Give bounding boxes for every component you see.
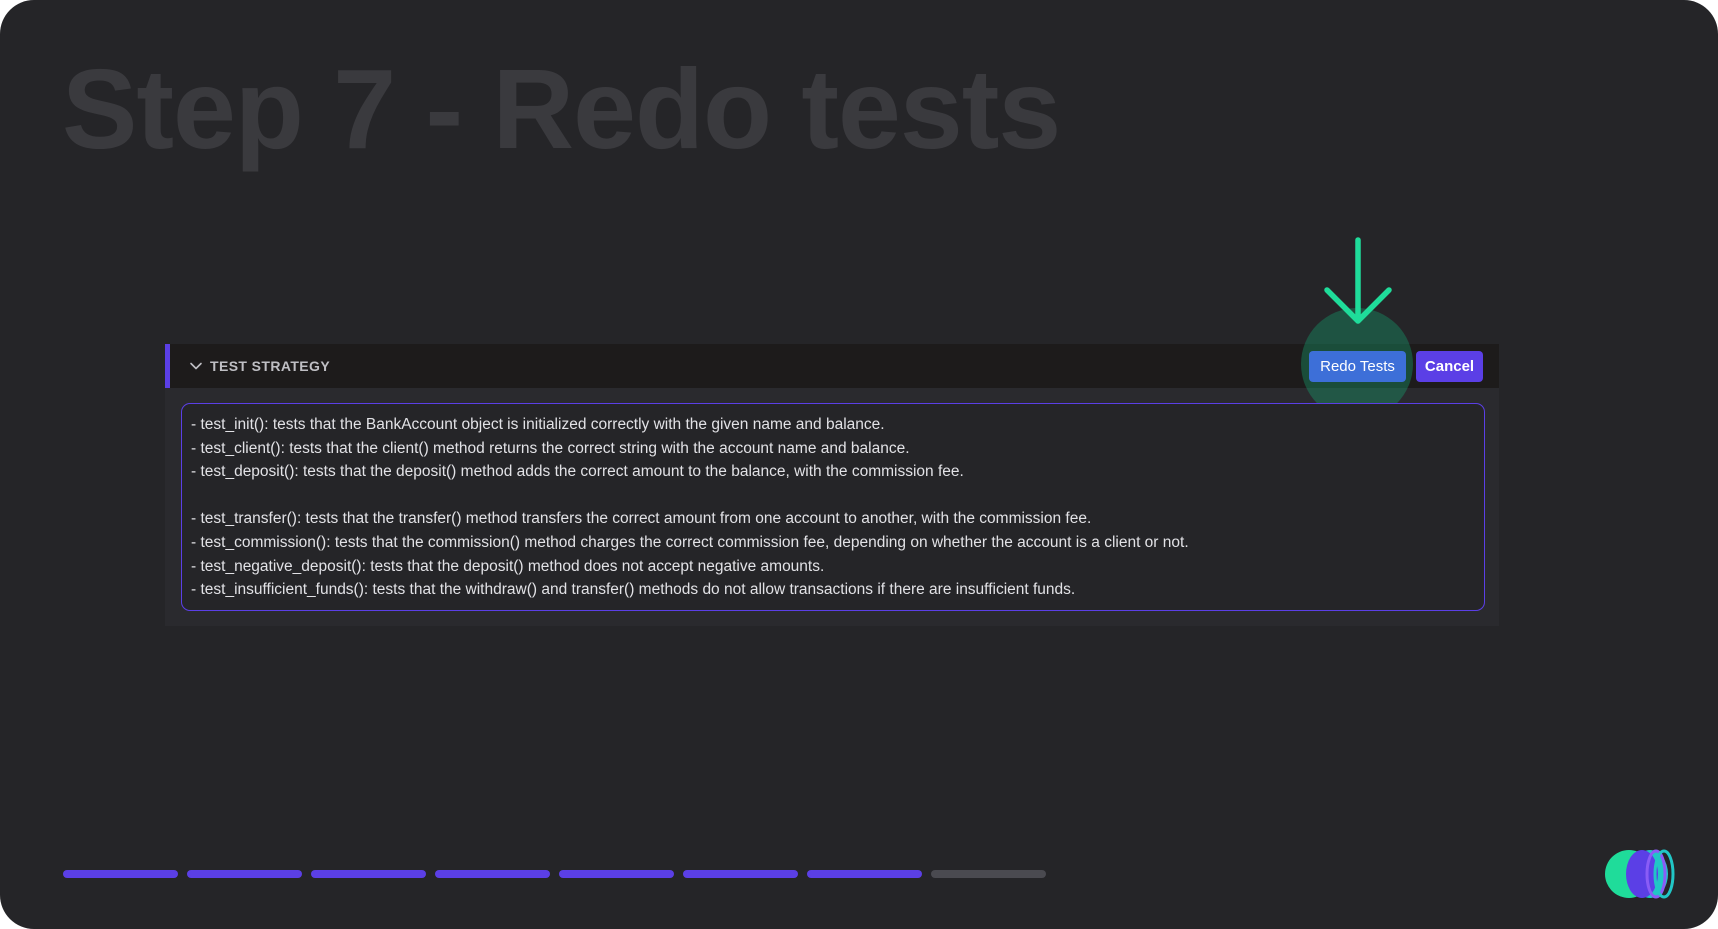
strategy-line [191, 484, 1484, 508]
progress-segment-complete [435, 870, 550, 878]
cancel-button[interactable]: Cancel [1416, 351, 1483, 382]
logo-icon [1605, 849, 1675, 899]
slide-title: Step 7 - Redo tests [62, 46, 1061, 172]
progress-segment-pending [931, 870, 1046, 878]
progress-segment-complete [63, 870, 178, 878]
panel-title: TEST STRATEGY [210, 358, 331, 374]
progress-segment-complete [311, 870, 426, 878]
strategy-line: - test_deposit(): tests that the deposit… [191, 463, 964, 481]
strategy-line: - test_transfer(): tests that the transf… [191, 510, 1092, 528]
strategy-line: - test_commission(): tests that the comm… [191, 533, 1189, 551]
progress-segment-complete [187, 870, 302, 878]
strategy-line: - test_client(): tests that the client()… [191, 439, 910, 457]
redo-tests-button[interactable]: Redo Tests [1309, 351, 1406, 382]
chevron-down-icon[interactable] [188, 358, 204, 374]
progress-segment-complete [559, 870, 674, 878]
progress-bar [63, 870, 1046, 878]
strategy-line: - test_insufficient_funds(): tests that … [191, 581, 1076, 599]
strategy-line: - test_init(): tests that the BankAccoun… [191, 416, 885, 433]
test-strategy-textarea[interactable]: - test_init(): tests that the BankAccoun… [181, 403, 1485, 611]
arrow-down-icon [1324, 237, 1392, 324]
progress-segment-complete [683, 870, 798, 878]
slide-frame: Step 7 - Redo tests TEST STRATEGY Redo T… [0, 0, 1718, 929]
panel-header[interactable]: TEST STRATEGY [165, 344, 1499, 388]
strategy-line: - test_negative_deposit(): tests that th… [191, 557, 825, 575]
progress-segment-complete [807, 870, 922, 878]
